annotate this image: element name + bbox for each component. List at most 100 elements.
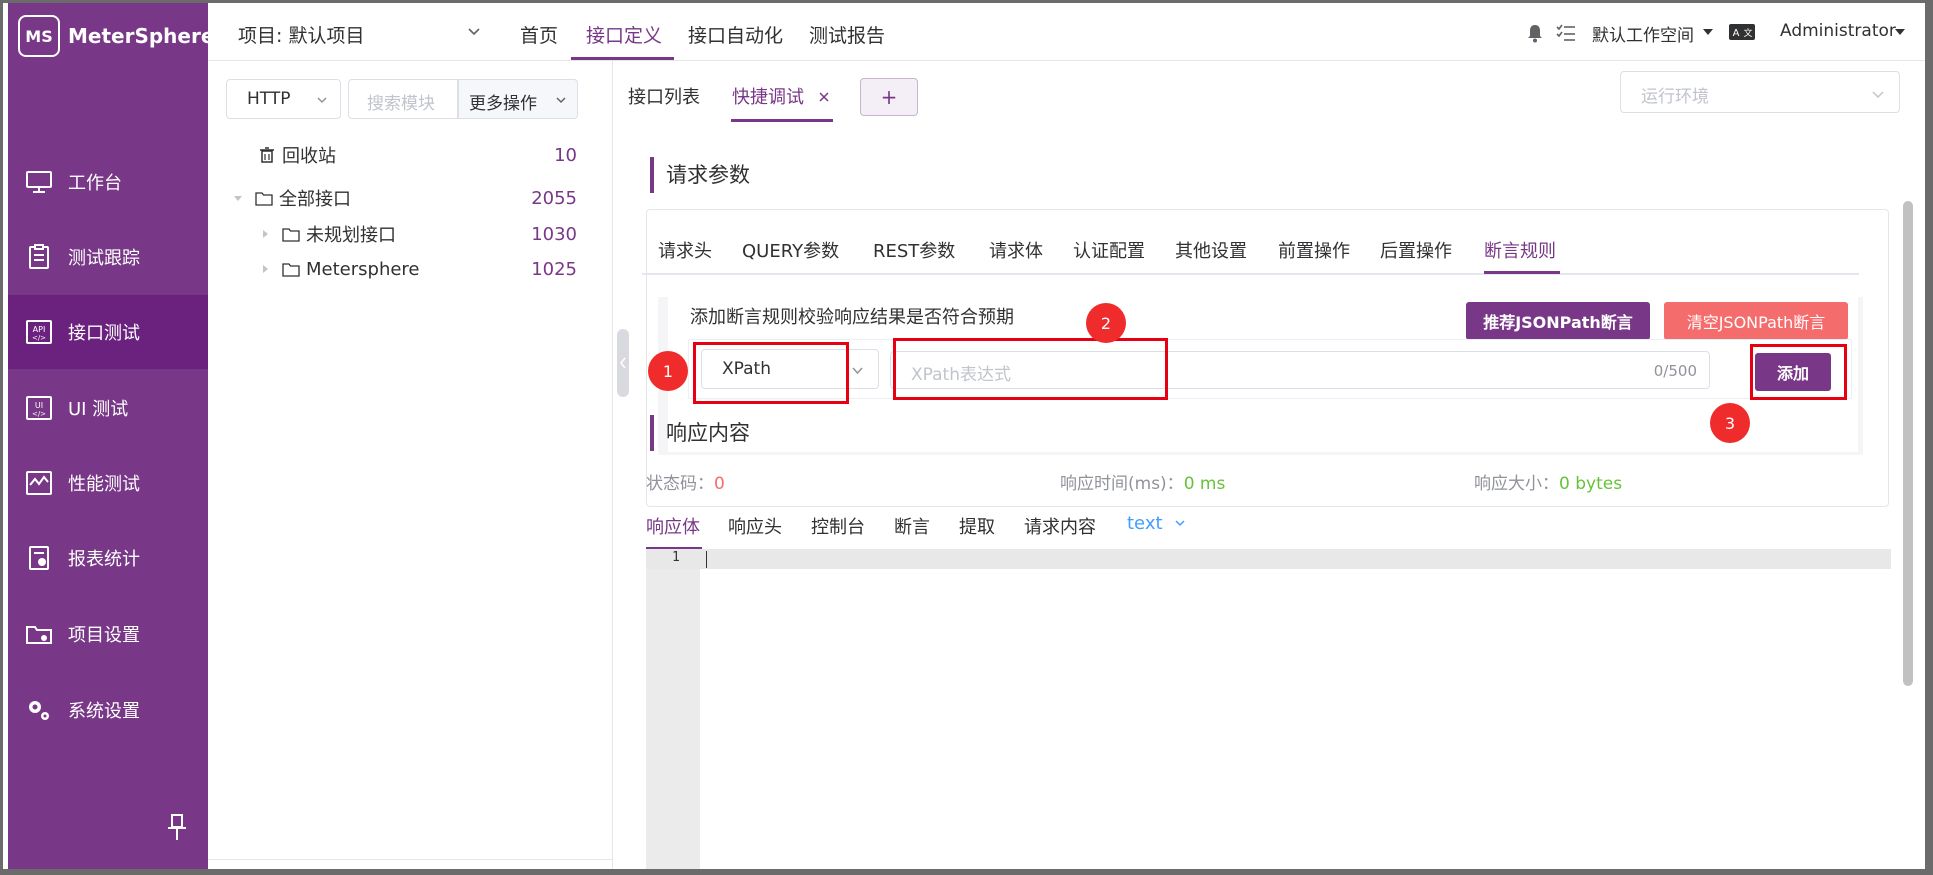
environment-placeholder: 运行环境 [1641, 87, 1709, 107]
close-icon[interactable] [818, 91, 830, 103]
folder-settings-icon [24, 619, 54, 649]
caret-down-icon[interactable] [233, 193, 243, 203]
tree-node-label: 全部接口 [279, 189, 351, 210]
more-operations-button[interactable]: 更多操作 [458, 79, 578, 119]
sidebar-item-workbench[interactable]: 工作台 [8, 145, 208, 219]
vertical-scrollbar[interactable] [1903, 201, 1913, 686]
subtab-active-indicator [1484, 271, 1560, 274]
language-icon[interactable]: A文 [1728, 23, 1756, 41]
logo-icon: MS [18, 15, 60, 57]
tab-request-headers[interactable]: 请求头 [658, 237, 712, 263]
logo[interactable]: MS MeterSphere [18, 15, 214, 57]
tree-node-label: Metersphere [306, 258, 420, 280]
caret-right-icon[interactable] [260, 229, 270, 239]
tab-extract[interactable]: 提取 [959, 513, 995, 539]
menu-api-definition[interactable]: 接口定义 [586, 21, 662, 48]
clear-jsonpath-button[interactable]: 清空JSONPath断言 [1664, 302, 1848, 340]
annotation-badge-2: 2 [1086, 303, 1126, 343]
sidebar-item-label: 报表统计 [68, 549, 140, 570]
status-label: 状态码： [646, 474, 714, 494]
sidebar-item-label: 性能测试 [68, 474, 140, 495]
menu-home[interactable]: 首页 [520, 21, 558, 48]
tab-console[interactable]: 控制台 [811, 513, 865, 539]
recommend-jsonpath-button[interactable]: 推荐JSONPath断言 [1466, 302, 1650, 340]
tab-request-body[interactable]: 请求体 [989, 237, 1043, 263]
chevron-down-icon [317, 97, 327, 104]
user-menu[interactable]: Administrator [1780, 21, 1896, 41]
menu-test-report[interactable]: 测试报告 [809, 21, 885, 48]
tab-api-list[interactable]: 接口列表 [628, 83, 700, 109]
svg-text:A: A [1733, 28, 1740, 39]
menu-api-automation[interactable]: 接口自动化 [688, 21, 783, 48]
tree-node-label: 未规划接口 [306, 225, 396, 246]
tab-assertion-rules[interactable]: 断言规则 [1484, 237, 1556, 263]
editor-gutter [646, 549, 700, 869]
tree-node-count: 10 [554, 144, 577, 166]
sidebar-item-performance-test[interactable]: 性能测试 [8, 446, 208, 520]
ui-icon: UI </> [24, 393, 54, 423]
pin-icon[interactable] [166, 813, 188, 843]
line-number: 1 [672, 550, 680, 565]
tree-node-metersphere[interactable]: Metersphere 1025 [208, 253, 613, 285]
sidebar-item-test-track[interactable]: 测试跟踪 [8, 220, 208, 294]
top-header: 项目: 默认项目 首页 接口定义 接口自动化 测试报告 默认工作空间 A文 Ad… [208, 3, 1925, 61]
sidebar-item-system-settings[interactable]: 系统设置 [8, 673, 208, 747]
tab-request-content[interactable]: 请求内容 [1024, 513, 1096, 539]
module-search-input[interactable]: 搜索模块 [348, 79, 458, 119]
caret-right-icon[interactable] [260, 264, 270, 274]
bell-icon[interactable] [1526, 23, 1544, 43]
response-editor[interactable]: 1 [646, 549, 1891, 869]
status-code: 状态码：0 [646, 469, 725, 494]
svg-text:</>: </> [32, 410, 46, 418]
assertion-description: 添加断言规则校验响应结果是否符合预期 [690, 307, 1014, 328]
tab-divider [642, 273, 1859, 275]
add-tab-button[interactable]: + [860, 78, 918, 116]
tab-pre-operations[interactable]: 前置操作 [1278, 237, 1350, 263]
chevron-down-icon[interactable] [466, 23, 482, 39]
environment-select[interactable]: 运行环境 [1620, 71, 1900, 113]
tab-query-params[interactable]: QUERY参数 [742, 237, 839, 263]
sidebar-item-api-test[interactable]: API </> 接口测试 [8, 295, 208, 369]
menu-active-indicator [571, 57, 674, 60]
task-list-icon[interactable] [1556, 23, 1576, 43]
sidebar-item-label: 接口测试 [68, 323, 140, 344]
tree-node-unplanned[interactable]: 未规划接口 1030 [208, 218, 613, 250]
protocol-select[interactable]: HTTP [226, 79, 341, 119]
clipboard-icon [24, 242, 54, 272]
format-value: text [1127, 513, 1163, 534]
tab-auth-config[interactable]: 认证配置 [1073, 237, 1145, 263]
sidebar-item-report[interactable]: 报表统计 [8, 521, 208, 595]
performance-icon [24, 468, 54, 498]
format-select[interactable]: text [1127, 513, 1186, 534]
api-icon: API </> [24, 317, 54, 347]
caret-down-icon[interactable] [1702, 27, 1714, 37]
sidebar: MS MeterSphere 工作台 测试跟踪 API </> 接口测试 UI </… [8, 3, 214, 869]
svg-text:API: API [33, 325, 46, 334]
tab-rest-params[interactable]: REST参数 [873, 237, 955, 263]
chevron-down-icon [556, 97, 566, 104]
gears-icon [24, 695, 54, 725]
trash-icon [260, 147, 274, 163]
tab-response-body[interactable]: 响应体 [646, 513, 700, 539]
status-value: 0 [714, 474, 725, 494]
svg-text:UI: UI [35, 401, 43, 410]
svg-text:</>: </> [32, 334, 46, 342]
tab-assertions[interactable]: 断言 [894, 513, 930, 539]
time-value: 0 ms [1183, 474, 1226, 494]
time-label: 响应时间(ms)： [1060, 474, 1184, 494]
workspace-select[interactable]: 默认工作空间 [1592, 21, 1694, 46]
caret-down-icon[interactable] [1894, 27, 1906, 37]
sidebar-item-label: 工作台 [68, 173, 122, 194]
tree-node-all-apis[interactable]: 全部接口 2055 [208, 182, 613, 214]
project-select[interactable]: 项目: 默认项目 [238, 21, 364, 48]
response-title: 响应内容 [650, 415, 750, 451]
chevron-down-icon [852, 367, 863, 375]
sidebar-item-label: 系统设置 [68, 701, 140, 722]
sidebar-item-project-settings[interactable]: 项目设置 [8, 597, 208, 671]
tab-post-operations[interactable]: 后置操作 [1380, 237, 1452, 263]
tab-response-headers[interactable]: 响应头 [728, 513, 782, 539]
tab-other-settings[interactable]: 其他设置 [1175, 237, 1247, 263]
sidebar-item-ui-test[interactable]: UI </> UI 测试 [8, 371, 208, 445]
tree-node-recycle-bin[interactable]: 回收站 10 [208, 139, 613, 171]
tab-quick-debug[interactable]: 快捷调试 [732, 83, 830, 109]
